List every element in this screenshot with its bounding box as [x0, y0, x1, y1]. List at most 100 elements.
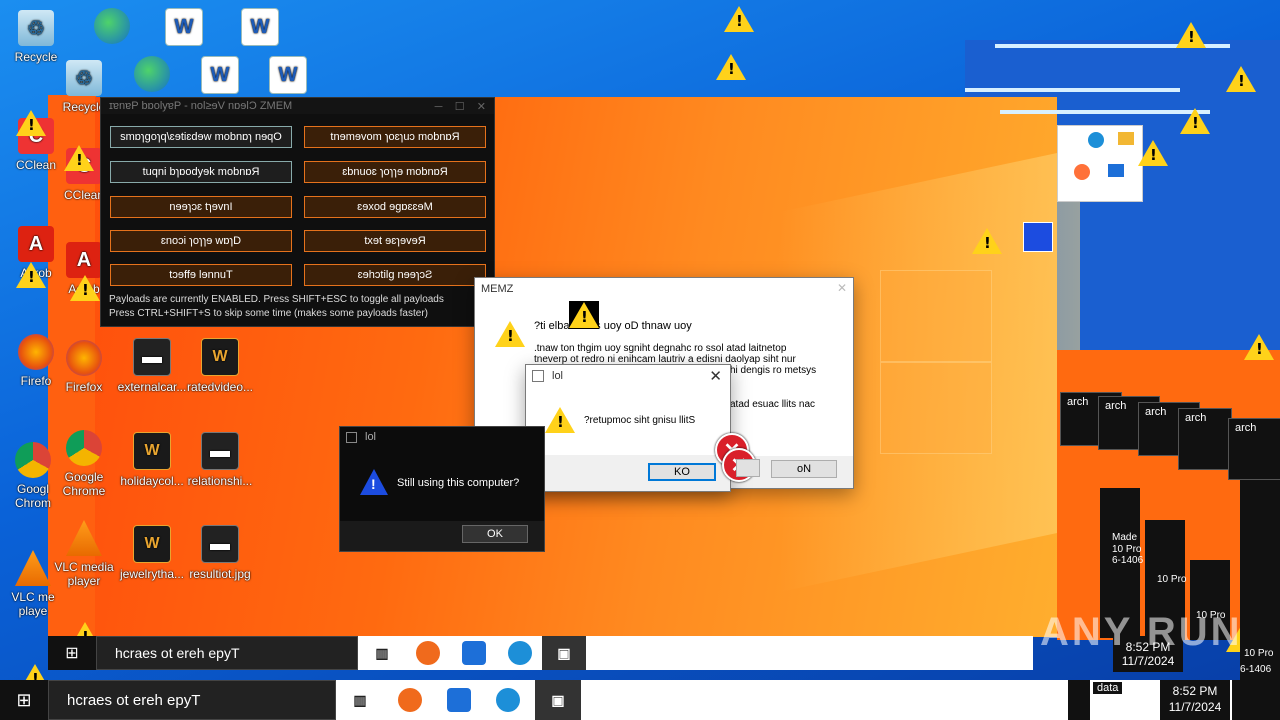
- task-view-icon[interactable]: ▥: [348, 688, 372, 712]
- desktop-icon-edge[interactable]: [76, 8, 148, 48]
- dialog-titlebar[interactable]: MEMZ: [475, 278, 853, 300]
- app-taskbar-icon[interactable]: ▣: [542, 636, 586, 670]
- tray-label: data: [1093, 682, 1123, 694]
- warning-icon: [724, 6, 754, 32]
- app-taskbar-icon[interactable]: ▣: [535, 680, 581, 720]
- start-button[interactable]: ⊞: [0, 680, 48, 720]
- warning-icon-box: [569, 301, 599, 329]
- task-view-icon[interactable]: ▥: [370, 641, 394, 665]
- vlc-icon: [15, 550, 51, 586]
- start-button[interactable]: ⊞: [48, 636, 96, 670]
- image-file-icon: ▬: [201, 432, 239, 470]
- vlc-icon: [66, 520, 102, 556]
- edge-taskbar-icon[interactable]: [416, 641, 440, 665]
- glitch-line: [1000, 110, 1210, 114]
- taskbar-search-input[interactable]: hcraes ot ereh epyT: [96, 636, 358, 670]
- desktop-file[interactable]: W jewelrytha...: [116, 525, 188, 581]
- desktop-icon-recycle-bin[interactable]: ♲ Recycle: [0, 10, 72, 64]
- payload-button-reverse-text[interactable]: txɘt ɘɛɿɘvɘЯ: [304, 230, 486, 252]
- payload-info-line-2: Press CTRL+SHIFT+S to skip some time (ma…: [109, 308, 428, 319]
- payload-button-error-sounds[interactable]: ɛbnuoɛ ɿoɿɿɘ mobnɒЯ: [304, 161, 486, 183]
- glitch-search-label: arch: [1235, 422, 1257, 434]
- payload-button-message-boxes[interactable]: ɛɘxod ɘgɒɛɛɘM: [304, 196, 486, 218]
- payload-button-invert-screen[interactable]: nɘɘɿɔɛ tɿɘvnI: [110, 196, 292, 218]
- windows-logo-icon: ⊞: [16, 689, 32, 710]
- desktop-icon-firefox[interactable]: Firefox: [48, 340, 120, 394]
- window-title: ɪɐnɐP bɒolyɐP - nol≥ɘV nɒɘlƆ ZMEM: [109, 100, 293, 112]
- tray-overflow: [1068, 680, 1090, 720]
- glitch-line: [965, 88, 1180, 92]
- edge-icon: [94, 8, 130, 44]
- warning-icon: [1244, 334, 1274, 360]
- memz-payload-window[interactable]: ɪɐnɐP bɒolyɐP - nol≥ɘV nɒɘlƆ ZMEM ─ ☐ ✕ …: [100, 97, 495, 327]
- dialog-titlebar[interactable]: lol: [340, 427, 550, 447]
- warning-icon: [972, 228, 1002, 254]
- desktop-icon-word[interactable]: W: [224, 8, 296, 50]
- payload-button-keyboard-input[interactable]: tuqni bɿɒodyɘk mobnɒЯ: [110, 161, 292, 183]
- warning-icon: [1226, 66, 1256, 92]
- payload-button-draw-error-icons[interactable]: ɛnoɔi ɿoɿɿɘ wɒɿD: [110, 230, 292, 252]
- desktop-file-label: externalcar...: [117, 380, 187, 394]
- word-file-icon: W: [133, 525, 171, 563]
- window-titlebar[interactable]: ɪɐnɐP bɒolyɐP - nol≥ɘV nɒɘlƆ ZMEM ─ ☐ ✕: [101, 98, 494, 114]
- ok-button[interactable]: OK: [462, 525, 528, 543]
- chrome-icon: [66, 430, 102, 466]
- glitch-taskbar-fragment: [1057, 125, 1143, 202]
- payload-button-screen-glitches[interactable]: ɛɘhɔtilg nɘɘɿɔƧ: [304, 264, 486, 286]
- desktop-file-label: holidaycol...: [120, 474, 184, 488]
- desktop-icon-word[interactable]: W: [148, 8, 220, 50]
- desktop-file[interactable]: ▬ resultiot.jpg: [184, 525, 256, 581]
- lol-dialog[interactable]: lol ✕ ?retupmoc siht gnisu llitS KO: [525, 364, 731, 492]
- file-explorer-icon[interactable]: [462, 641, 486, 665]
- dialog-titlebar[interactable]: lol: [526, 365, 730, 387]
- payload-button-open-websites[interactable]: smɒɿgoɿq\ɛɘtiɛdɘw mobnɒɿ nɘqO: [110, 126, 292, 148]
- desktop-file[interactable]: ▬ relationshi...: [184, 432, 256, 488]
- payload-button-tunnel-effect[interactable]: tɔɘffɘ lɘnnuT: [110, 264, 292, 286]
- folder-icon: [1118, 132, 1134, 145]
- dialog-heading: ?ti elbanɐ llits uoy oD thnaw uoy: [534, 320, 692, 332]
- desktop-file[interactable]: W ratedvideo...: [184, 338, 256, 394]
- desktop-icon-vlc[interactable]: VLC media player: [48, 520, 120, 588]
- desktop-icon-chrome[interactable]: Google Chrome: [48, 430, 120, 498]
- recycle-bin-icon: ♲: [66, 60, 102, 96]
- payload-button-cursor-movement[interactable]: tnɘmɘvom ɿoɛɿuɔ mobnɒЯ: [304, 126, 486, 148]
- desktop-file-label: resultiot.jpg: [189, 567, 251, 581]
- warning-icon: [495, 321, 525, 347]
- firefox-taskbar-icon[interactable]: [508, 641, 532, 665]
- desktop-file[interactable]: ▬ externalcar...: [116, 338, 188, 394]
- dialog-body-line: hi dengis ro metsys: [730, 365, 817, 376]
- app-icon: [346, 431, 357, 443]
- taskbar-search-input[interactable]: hcraes ot ereh epyT: [48, 680, 336, 720]
- dialog-close-icon[interactable]: ✕: [709, 367, 722, 385]
- warning-icon: [16, 110, 46, 136]
- edge-taskbar-icon[interactable]: [398, 688, 422, 712]
- desktop-icon-word[interactable]: W: [184, 56, 256, 98]
- word-file-icon: W: [241, 8, 279, 46]
- dialog-title: lol: [552, 370, 564, 382]
- still-using-dialog[interactable]: lol Still using this computer? OK: [339, 426, 545, 552]
- desktop-icon-edge[interactable]: [116, 56, 188, 96]
- clock-time: 8:52 PM: [1172, 684, 1218, 698]
- desktop-file[interactable]: W holidaycol...: [116, 432, 188, 488]
- warning-icon: [569, 302, 599, 328]
- acrobat-icon: A: [66, 242, 102, 278]
- image-file-icon: ▬: [133, 338, 171, 376]
- file-explorer-icon[interactable]: [447, 688, 471, 712]
- windows-logo-icon: ⊞: [65, 645, 79, 662]
- windows-logo-pane: [880, 270, 992, 362]
- system-clock[interactable]: 8:52 PM 11/7/2024: [1160, 680, 1230, 720]
- firefox-icon: [66, 340, 102, 376]
- no-button[interactable]: oN: [771, 460, 837, 478]
- firefox-taskbar-icon[interactable]: [496, 688, 520, 712]
- ok-button[interactable]: KO: [648, 463, 716, 481]
- dialog-close-icon[interactable]: ✕: [837, 281, 847, 295]
- desktop-icon-word[interactable]: W: [252, 56, 324, 98]
- recycle-bin-icon: ♲: [18, 10, 54, 46]
- glitch-text: 10 Pro: [1157, 574, 1187, 585]
- glitch-button-fragment: [736, 459, 760, 477]
- image-file-icon: ▬: [201, 525, 239, 563]
- dialog-message: ?retupmoc siht gnisu llitS: [584, 415, 696, 426]
- firefox-icon: [1074, 164, 1090, 180]
- anyrun-watermark: ANY RUN: [1040, 610, 1243, 654]
- desktop-file-label: jewelrytha...: [119, 567, 185, 581]
